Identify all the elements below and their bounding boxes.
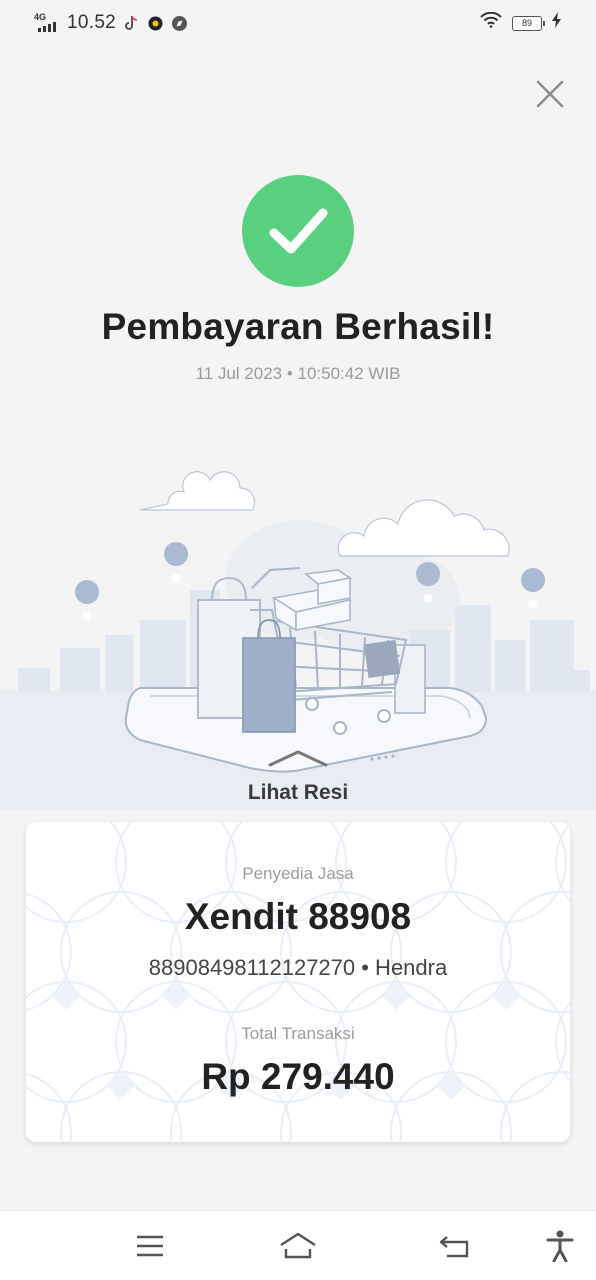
close-icon xyxy=(536,80,564,108)
view-receipt-link[interactable]: Lihat Resi xyxy=(0,781,596,805)
battery-level: 89 xyxy=(521,18,532,28)
page-title: Pembayaran Berhasil! xyxy=(101,306,495,347)
wifi-icon xyxy=(480,11,502,34)
recent-apps-button[interactable] xyxy=(128,1225,172,1267)
home-button[interactable] xyxy=(276,1225,320,1267)
checkmark-icon xyxy=(269,208,328,254)
compass-icon xyxy=(171,15,188,32)
close-button[interactable] xyxy=(530,74,570,114)
transaction-card: Penyedia Jasa Xendit 88908 8890849811212… xyxy=(26,822,570,1142)
app-notification-icon xyxy=(147,15,164,32)
status-time: 10.52 xyxy=(67,12,117,33)
network-type: 4G xyxy=(34,12,47,22)
signal-icon: 4G xyxy=(34,12,60,34)
home-icon xyxy=(280,1232,316,1259)
transaction-timestamp: 11 Jul 2023 • 10:50:42 WIB xyxy=(195,364,401,383)
battery-icon: 89 xyxy=(512,15,545,31)
tiktok-icon xyxy=(123,15,140,32)
charging-icon xyxy=(552,12,562,34)
total-amount: Rp 279.440 xyxy=(201,1056,395,1097)
provider-label: Penyedia Jasa xyxy=(242,864,354,883)
system-nav-bar xyxy=(0,1210,596,1280)
accessibility-button[interactable] xyxy=(538,1225,582,1267)
total-label: Total Transaksi xyxy=(241,1024,355,1043)
menu-icon xyxy=(137,1235,163,1257)
provider-name: Xendit 88908 xyxy=(184,896,412,937)
account-number-name: 889084981121272​70 • Hendra xyxy=(148,955,448,980)
status-bar: 4G 10.52 89 xyxy=(0,0,596,46)
success-badge xyxy=(242,175,354,287)
back-button[interactable] xyxy=(432,1225,476,1267)
accessibility-icon xyxy=(546,1230,574,1262)
chevron-up-icon xyxy=(268,750,328,767)
back-icon xyxy=(439,1236,469,1258)
